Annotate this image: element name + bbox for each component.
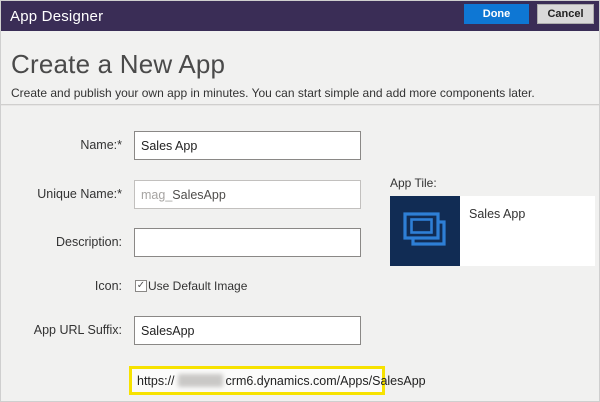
description-input[interactable] bbox=[134, 228, 361, 257]
app-tile-label: App Tile: bbox=[390, 176, 437, 190]
app-tile-preview: Sales App bbox=[390, 196, 595, 266]
redacted-org-name bbox=[177, 374, 223, 387]
name-label: Name:* bbox=[80, 138, 122, 152]
unique-name-prefix: mag_ bbox=[141, 187, 173, 202]
checkbox-checked-icon[interactable]: ✓ bbox=[135, 280, 147, 292]
app-url-preview: https:// crm6.dynamics.com/Apps/SalesApp bbox=[129, 366, 426, 395]
unique-name-label: Unique Name:* bbox=[37, 187, 122, 201]
use-default-image-checkbox-row[interactable]: ✓ Use Default Image bbox=[135, 278, 247, 294]
url-scheme: https:// bbox=[137, 373, 175, 388]
divider bbox=[1, 104, 599, 106]
app-title: App Designer bbox=[10, 7, 104, 25]
icon-label: Icon: bbox=[94, 279, 122, 293]
app-tile-name: Sales App bbox=[469, 207, 526, 221]
description-label: Description: bbox=[56, 235, 122, 249]
cancel-button[interactable]: Cancel bbox=[537, 4, 594, 24]
unique-name-input[interactable]: mag_ SalesApp bbox=[134, 180, 361, 209]
app-designer-dialog: App Designer Done Cancel Create a New Ap… bbox=[0, 0, 600, 402]
app-url-suffix-input[interactable] bbox=[134, 316, 361, 345]
use-default-image-label: Use Default Image bbox=[148, 279, 248, 293]
unique-name-value: SalesApp bbox=[172, 187, 226, 202]
app-tile-body: Sales App bbox=[460, 196, 595, 266]
url-rest: crm6.dynamics.com/Apps/SalesApp bbox=[225, 373, 426, 388]
name-input[interactable] bbox=[134, 131, 361, 160]
stacked-app-windows-icon bbox=[403, 212, 446, 246]
done-button[interactable]: Done bbox=[464, 4, 529, 24]
app-url-suffix-label: App URL Suffix: bbox=[33, 323, 122, 337]
page-subtitle: Create and publish your own app in minut… bbox=[11, 86, 535, 100]
page-title: Create a New App bbox=[11, 49, 226, 79]
app-tile-icon-box bbox=[390, 196, 460, 266]
